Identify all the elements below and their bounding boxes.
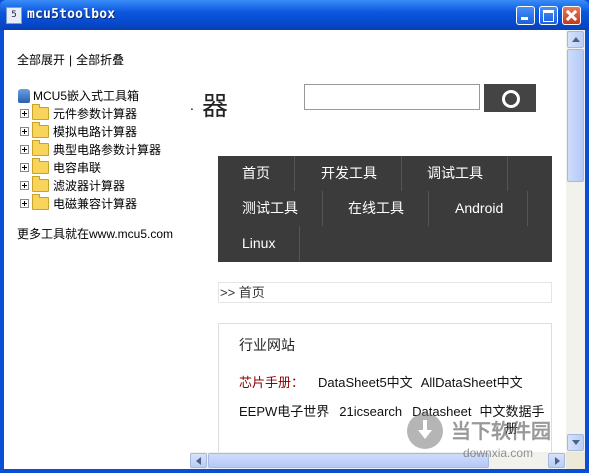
web-view: . 器 首页 开发工具 调试工具 测试工具 在线工具 Android Linux… [190, 44, 566, 469]
expand-icon[interactable] [20, 108, 29, 118]
nav-item-home[interactable]: 首页 [218, 156, 295, 191]
toolbox-icon [18, 88, 30, 103]
site-link[interactable]: EEPW电子世界 [239, 404, 329, 419]
expand-icon[interactable] [20, 180, 29, 190]
expand-icon[interactable] [20, 144, 29, 154]
nav-item-dev-tools[interactable]: 开发工具 [297, 156, 402, 191]
breadcrumb[interactable]: >> 首页 [218, 282, 552, 303]
link-row: 芯片手册： DataSheet5中文 AllDataSheet中文 [239, 372, 531, 391]
expand-icon[interactable] [20, 162, 29, 172]
site-logo: 器 [202, 92, 229, 122]
site-link[interactable]: DataSheet5中文 [318, 375, 413, 390]
tree-node-label: 电容串联 [53, 160, 102, 175]
folder-icon [32, 193, 49, 210]
app-window: 5 mcu5toolbox 全部展开 | 全部折叠 MCU5嵌入式工具箱 元件参数计… [0, 0, 589, 473]
scroll-thumb[interactable] [567, 49, 584, 182]
title-bar[interactable]: 5 mcu5toolbox [0, 0, 589, 30]
folder-icon [32, 175, 49, 192]
tree-node[interactable]: 模拟电路计算器 [20, 121, 138, 139]
tree-node-label: 元件参数计算器 [53, 106, 138, 121]
collapse-all-link[interactable]: 全部折叠 [76, 53, 124, 67]
folder-icon [32, 139, 49, 156]
client-area: 全部展开 | 全部折叠 MCU5嵌入式工具箱 元件参数计算器 模拟电路计算器 典型电… [4, 30, 585, 469]
folder-icon [32, 157, 49, 174]
chip-manual-label: 芯片手册： [239, 375, 305, 390]
nav-item-linux[interactable]: Linux [218, 226, 301, 261]
download-icon [407, 413, 443, 449]
tree-root[interactable]: MCU5嵌入式工具箱 [18, 87, 139, 104]
expand-all-link[interactable]: 全部展开 [17, 53, 65, 67]
expand-icon[interactable] [20, 198, 29, 208]
tree-node[interactable]: 滤波器计算器 [20, 175, 126, 193]
maximize-button[interactable] [539, 6, 558, 25]
folder-icon [32, 121, 49, 138]
window-title: mcu5toolbox [27, 7, 116, 22]
site-link[interactable]: 21icsearch [339, 404, 402, 419]
search-button[interactable] [484, 84, 536, 112]
tree-node-label: 典型电路参数计算器 [53, 142, 162, 157]
close-button[interactable] [562, 6, 581, 25]
nav-item-debug-tools[interactable]: 调试工具 [403, 156, 508, 191]
more-tools-text[interactable]: 更多工具就在www.mcu5.com [17, 225, 173, 242]
separator: | [69, 53, 73, 67]
watermark-text: 当下软件园 [451, 419, 551, 443]
nav-item-android[interactable]: Android [431, 191, 529, 226]
watermark-url: downxia.com [463, 446, 534, 460]
expand-icon[interactable] [20, 126, 29, 136]
logo-dot: . [190, 97, 194, 113]
tree-node[interactable]: 电磁兼容计算器 [20, 193, 138, 211]
nav-item-online-tools[interactable]: 在线工具 [324, 191, 429, 226]
nav-item-test-tools[interactable]: 测试工具 [218, 191, 323, 226]
tree-node-label: 电磁兼容计算器 [53, 196, 138, 211]
vertical-scrollbar[interactable] [566, 30, 585, 452]
app-icon: 5 [6, 7, 22, 24]
tree-node[interactable]: 元件参数计算器 [20, 103, 138, 121]
tool-tree-panel: 全部展开 | 全部折叠 MCU5嵌入式工具箱 元件参数计算器 模拟电路计算器 典型电… [4, 30, 190, 469]
watermark: 当下软件园 downxia.com [401, 413, 589, 473]
tree-node[interactable]: 典型电路参数计算器 [20, 139, 162, 157]
folder-icon [32, 103, 49, 120]
tree-node[interactable]: 电容串联 [20, 157, 102, 175]
panel-title: 行业网站 [239, 337, 295, 353]
tree-controls: 全部展开 | 全部折叠 [17, 51, 124, 68]
minimize-button[interactable] [516, 6, 535, 25]
search-input[interactable] [304, 84, 480, 110]
scroll-up-icon[interactable] [567, 31, 584, 48]
tree-node-label: 滤波器计算器 [53, 178, 126, 193]
site-link[interactable]: AllDataSheet中文 [421, 375, 523, 390]
tree-root-label: MCU5嵌入式工具箱 [33, 89, 140, 103]
tree-node-label: 模拟电路计算器 [53, 124, 138, 139]
scroll-left-icon[interactable] [190, 453, 207, 468]
site-nav: 首页 开发工具 调试工具 测试工具 在线工具 Android Linux [218, 156, 552, 262]
